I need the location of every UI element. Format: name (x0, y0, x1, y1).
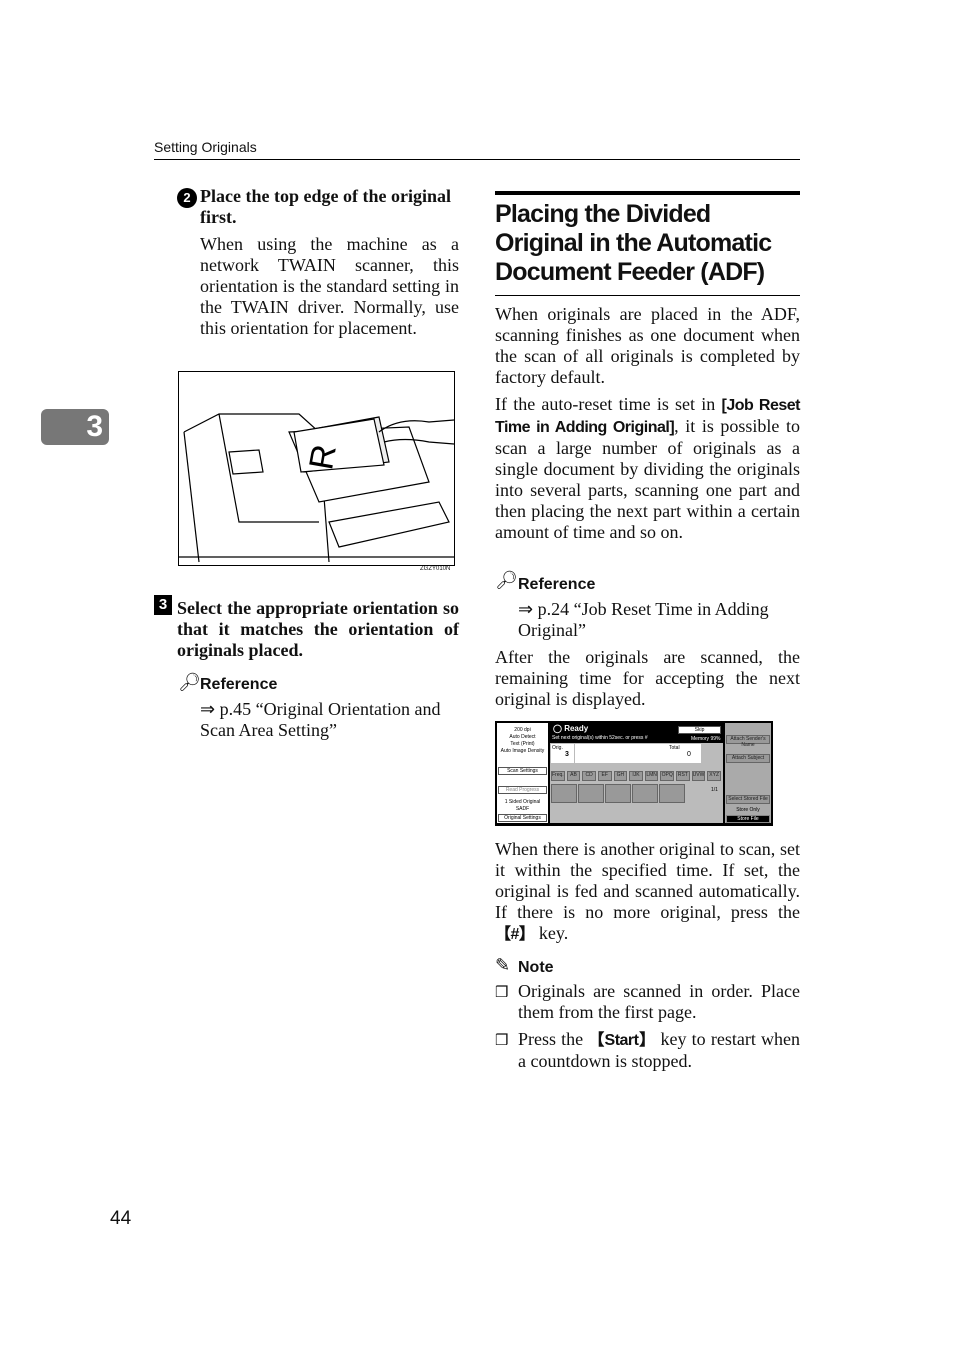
lcd-tab[interactable]: OPQ (660, 771, 675, 781)
para-2-pre: If the auto-reset time is set in (495, 394, 722, 414)
destination-button[interactable] (659, 784, 685, 803)
skip-button[interactable]: Skip (678, 726, 721, 734)
para-2: If the auto-reset time is set in [Job Re… (495, 394, 801, 543)
lcd-tab[interactable]: Freq. (551, 771, 565, 781)
hash-key: 【#】 (495, 926, 535, 943)
ready-status: ◯ Ready (553, 724, 589, 733)
lcd-page-indicator: 1/1 (711, 787, 718, 793)
lcd-original-info: 1 Sided Original SADF (504, 799, 541, 812)
lcd-tab[interactable]: AB (566, 771, 581, 781)
note-label: Note (518, 959, 554, 976)
control-panel-screen: 200 dpi Auto Detect Text (Print) Auto Image… (495, 721, 773, 826)
scan-settings-button[interactable]: Scan Settings (498, 767, 547, 775)
lcd-tab[interactable]: CD (582, 771, 596, 781)
para-3: After the originals are scanned, the rem… (495, 647, 800, 709)
note-bullet: ❒ (495, 1033, 509, 1049)
store-file-button[interactable]: Store File (726, 815, 770, 823)
attach-subject-button[interactable]: Attach Subject (726, 754, 770, 763)
para-4: When there is another original to scan, … (495, 839, 800, 945)
adf-illustration: R (178, 371, 455, 566)
reference-icon: 🔎︎ (495, 570, 518, 590)
reference-icon: 🔎︎ (178, 672, 201, 692)
step-2-title: Place the top edge of the original first… (200, 186, 451, 227)
reference-label: Reference (200, 676, 278, 693)
note-icon: ✎ (495, 955, 511, 975)
destination-button[interactable] (605, 784, 631, 803)
running-header: Setting Originals (154, 139, 257, 155)
heading-bottom-rule (495, 295, 800, 296)
note-bullet: ❒ (495, 985, 509, 1001)
page-number: 44 (110, 1208, 132, 1229)
lcd-tab[interactable]: UVW (691, 771, 706, 781)
para-4-pre: When there is another original to scan, … (495, 839, 800, 922)
lcd-tab[interactable]: IJK (629, 771, 643, 781)
lcd-tab[interactable]: XYZ (707, 771, 721, 781)
para-4-post: key. (534, 923, 569, 943)
start-key: 【Start】 (588, 1032, 656, 1049)
chapter-tab: 3 (41, 409, 109, 445)
section-heading: Placing the Divided Original in the Auto… (495, 200, 772, 286)
reference-link[interactable]: ⇒ p.45 “Original Orientation and Scan Ar… (200, 699, 459, 741)
step-3-title: Select the appropriate orientation so th… (177, 598, 459, 660)
lcd-scan-info: 200 dpi Auto Detect Text (Print) Auto Image… (500, 727, 545, 754)
destination-button[interactable] (551, 784, 577, 803)
orig-counter: Orig. 3 (551, 744, 574, 763)
memory-indicator: Memory 99% (691, 736, 721, 742)
destination-button[interactable] (578, 784, 604, 803)
store-only-label: Store Only (736, 807, 760, 813)
reference-label: Reference (518, 576, 596, 593)
read-progress-button[interactable]: Read Progress (498, 786, 547, 794)
note-item-2: Press the 【Start】 key to restart when a … (518, 1029, 800, 1071)
step-2-marker: 2 (177, 188, 197, 208)
lcd-tab-row: Freq. AB CD EF GH IJK LMN OPQ RST UVW XY… (551, 771, 721, 781)
original-settings-button[interactable]: Original Settings (498, 814, 547, 822)
total-counter: Total 0 (575, 744, 701, 763)
lcd-message: Set next original(s) within 52sec. or pr… (552, 735, 648, 741)
attach-sender-button[interactable]: Attach Sender's Name (726, 735, 770, 748)
step-2-body: When using the machine as a network TWAI… (200, 234, 459, 338)
reference-link[interactable]: ⇒ p.24 “Job Reset Time in Adding Origina… (518, 599, 800, 641)
lcd-tab[interactable]: EF (597, 771, 612, 781)
lcd-tab[interactable]: GH (613, 771, 628, 781)
scanner-drawing: R (179, 413, 455, 563)
manual-page: Setting Originals 3 2 Place the top edge… (0, 0, 954, 1351)
lcd-tab[interactable]: LMN (644, 771, 659, 781)
note-item-1: Originals are scanned in order. Place th… (518, 981, 800, 1022)
lcd-tab[interactable]: RST (676, 771, 690, 781)
figure-code: ZGZY010N (420, 566, 451, 572)
heading-top-rule (495, 191, 800, 195)
step-3-marker: 3 (154, 595, 172, 615)
select-stored-file-button[interactable]: Select Stored File (726, 795, 770, 804)
header-rule (154, 159, 800, 160)
para-1: When originals are placed in the ADF, sc… (495, 304, 800, 387)
destination-button[interactable] (632, 784, 658, 803)
